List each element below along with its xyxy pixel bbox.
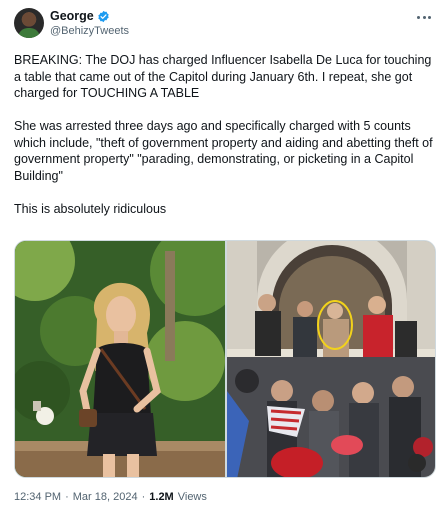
views-count[interactable]: 1.2M — [149, 491, 173, 503]
author-handle[interactable]: @BehizyTweets — [50, 25, 129, 37]
photo-capitol-crowd[interactable] — [227, 241, 435, 477]
avatar[interactable] — [14, 8, 44, 38]
tweet-text: BREAKING: The DOJ has charged Influencer… — [14, 53, 433, 216]
author-display-name[interactable]: George — [50, 9, 94, 23]
tweet-header: George @BehizyTweets — [14, 8, 434, 42]
meta-separator: · — [141, 491, 146, 503]
tweet-date[interactable]: Mar 18, 2024 — [73, 491, 138, 503]
tweet: George @BehizyTweets BREAKING: The DOJ h… — [0, 0, 448, 511]
meta-separator: · — [65, 491, 69, 503]
author-name-row: George — [50, 9, 110, 23]
views-label[interactable]: Views — [178, 491, 207, 503]
photo-woman-in-garden[interactable] — [15, 241, 225, 477]
verified-badge-icon — [98, 10, 109, 22]
photo-woman-in-garden-image — [15, 241, 225, 477]
tweet-meta: 12:34 PM · Mar 18, 2024 · 1.2M Views — [14, 491, 207, 503]
photo-capitol-crowd-image — [227, 241, 435, 477]
more-options-icon[interactable] — [414, 10, 434, 24]
tweet-time[interactable]: 12:34 PM — [14, 491, 61, 503]
tweet-media[interactable] — [14, 240, 436, 478]
